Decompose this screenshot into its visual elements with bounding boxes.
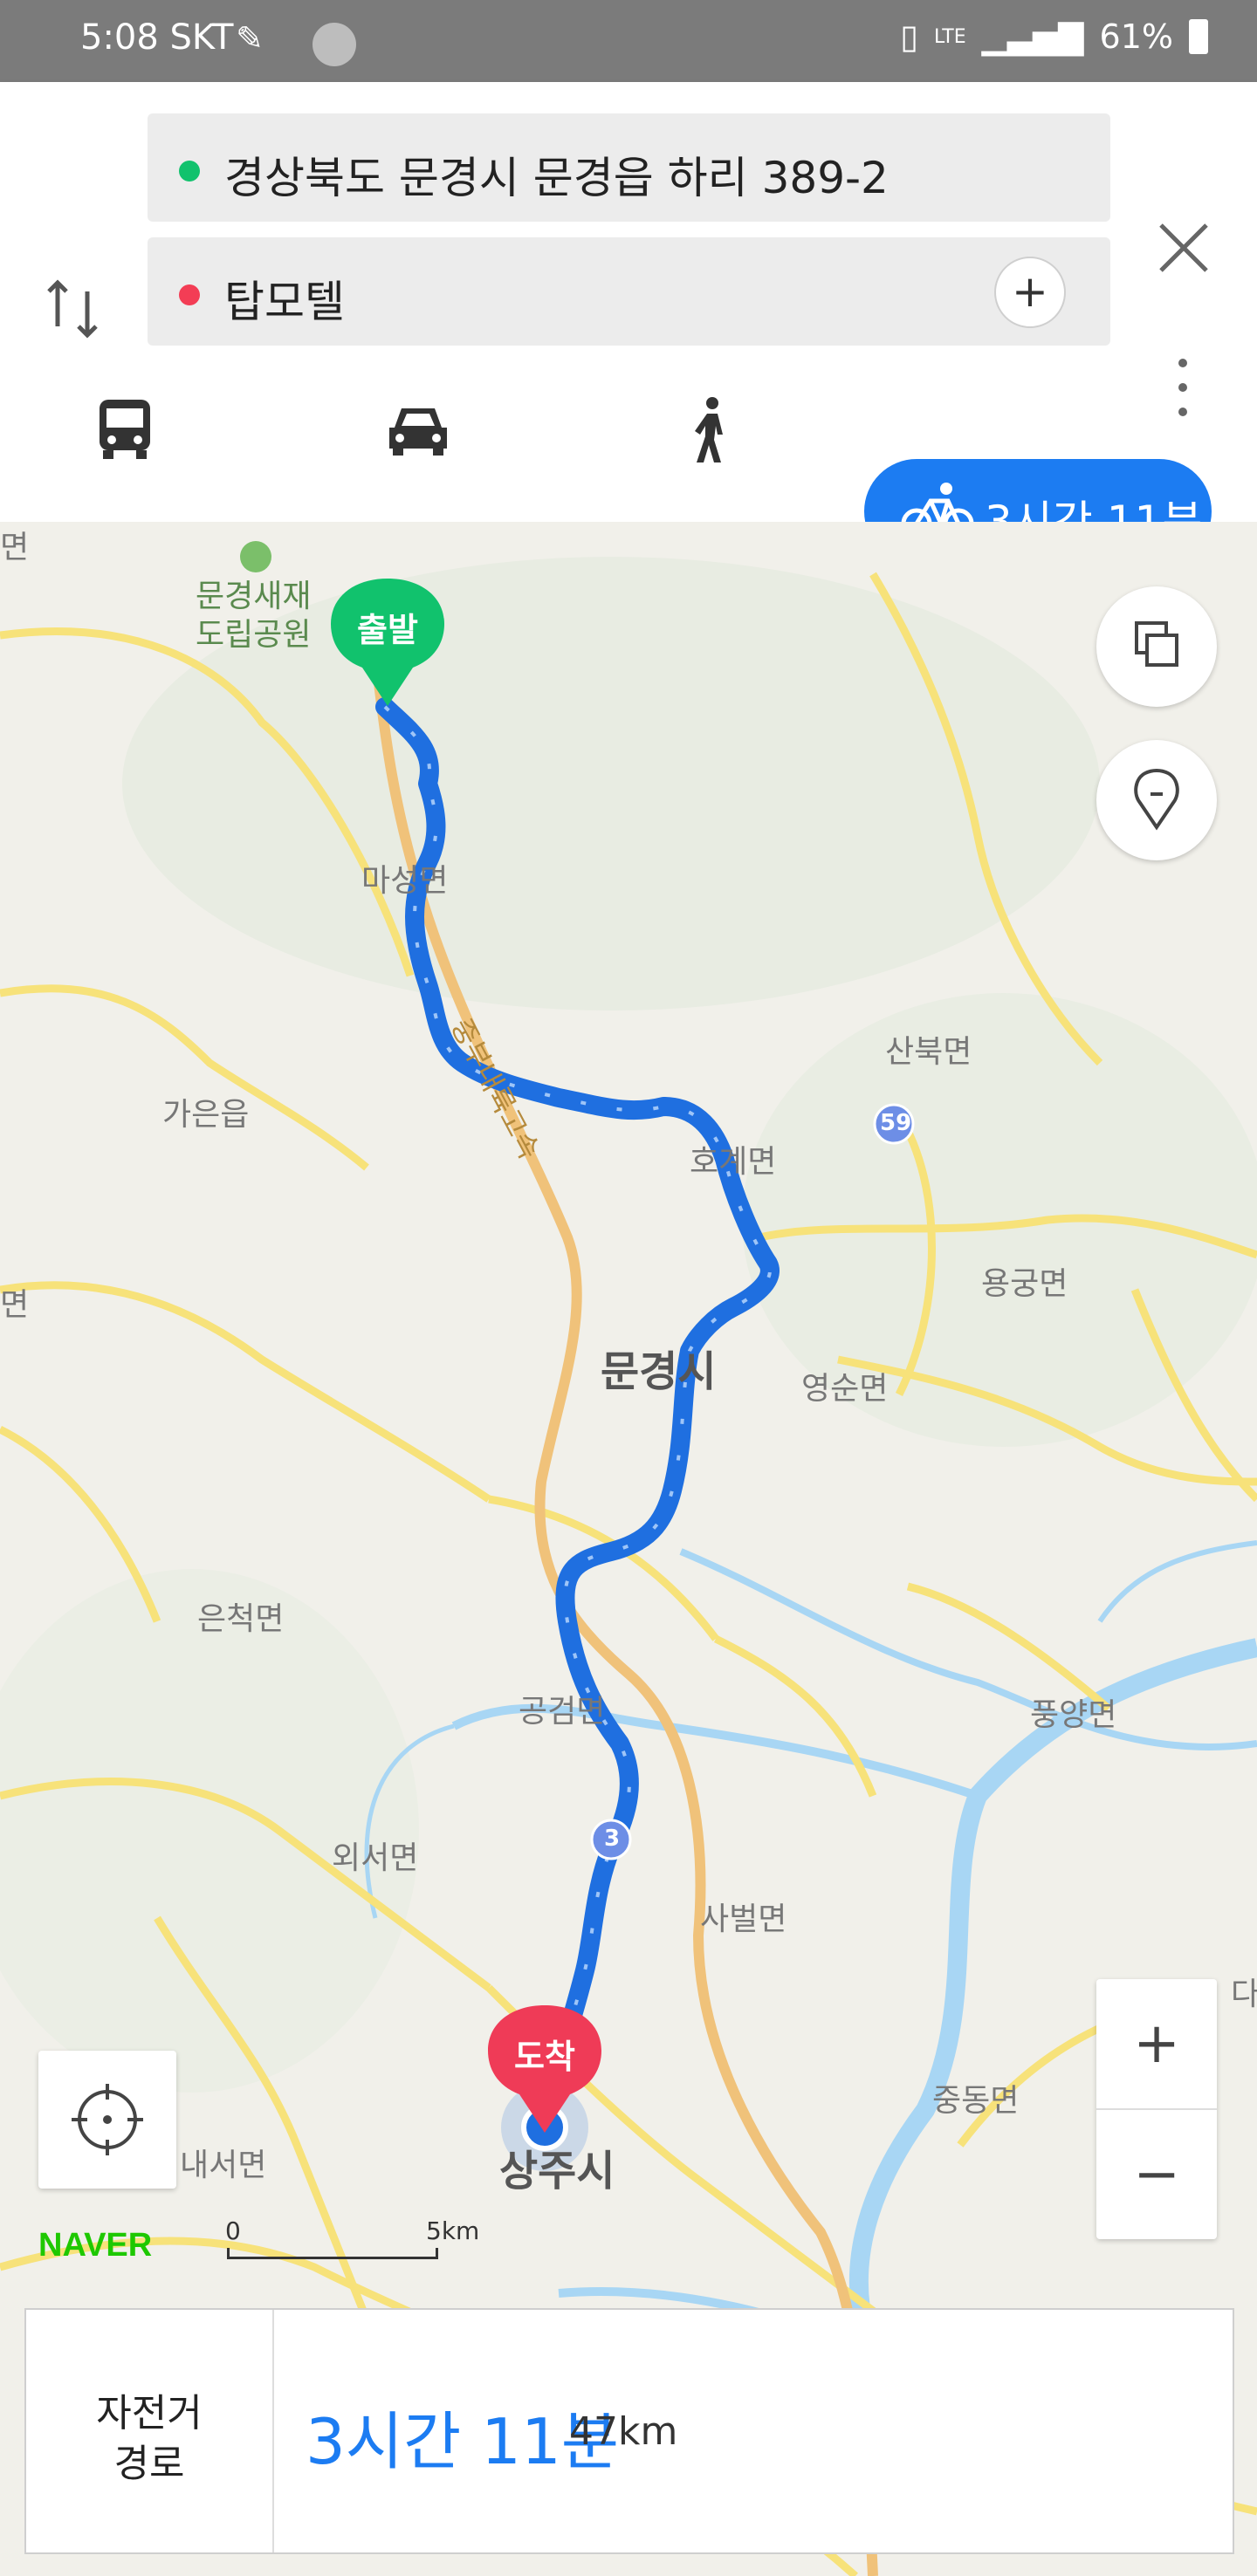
- map-label-jungdong: 중동면: [932, 2083, 1020, 2119]
- origin-text: 경상북도 문경시 문경읍 하리 389-2: [224, 153, 889, 203]
- map-label-yonggung: 용궁면: [981, 1266, 1068, 1302]
- map-label-sabeol: 사벌면: [700, 1901, 787, 1937]
- vibrate-icon: ▯: [900, 17, 919, 56]
- map-canvas[interactable]: [0, 522, 1257, 2576]
- map-label-punyang: 풍양면: [1030, 1697, 1117, 1733]
- origin-field[interactable]: 경상북도 문경시 문경읍 하리 389-2: [148, 113, 1110, 222]
- map-view[interactable]: 출발 도착 문경새재 도립공원 마성면 가은읍 산북면 호계면 문경시 영순면 …: [0, 522, 1257, 2576]
- map-label-oeseo: 외서면: [332, 1840, 419, 1876]
- route-59-label: 59: [880, 1110, 912, 1136]
- my-location-button[interactable]: [38, 2051, 176, 2189]
- scale-start: 0: [225, 2216, 241, 2245]
- map-label-sangju: 상주시: [499, 2147, 615, 2196]
- scale-bar: [227, 2248, 438, 2259]
- zoom-out-button[interactable]: −: [1096, 2110, 1217, 2239]
- swap-icon[interactable]: [42, 274, 105, 344]
- destination-dot: [179, 284, 200, 305]
- start-pin[interactable]: 출발: [331, 579, 444, 709]
- lte-icon: LTE: [934, 25, 966, 48]
- map-label-naeseo: 내서면: [180, 2148, 267, 2183]
- naver-logo: NAVER: [38, 2227, 153, 2264]
- layers-icon: [1135, 621, 1178, 667]
- map-label-gonggeom: 공검면: [519, 1694, 606, 1730]
- add-waypoint-button[interactable]: +: [994, 257, 1066, 328]
- route-result-card[interactable]: 자전거 경로 3시간 11분 47km: [24, 2308, 1234, 2554]
- start-pin-label: 출발: [357, 611, 418, 649]
- more-icon[interactable]: [1170, 353, 1196, 422]
- map-label-edge-right: 다: [1231, 1977, 1257, 2012]
- walk-icon[interactable]: [691, 396, 732, 464]
- pen-icon: ✎: [236, 19, 264, 58]
- map-pin-icon: [1134, 769, 1179, 831]
- map-label-sanbuk: 산북면: [885, 1034, 972, 1070]
- scale-end: 5km: [426, 2216, 480, 2245]
- map-scale: 0 5km: [225, 2216, 479, 2260]
- zoom-in-button[interactable]: +: [1096, 1979, 1217, 2108]
- route-panel: 경상북도 문경시 문경읍 하리 389-2 탑모텔 + 3시간 11분: [0, 82, 1257, 564]
- status-time: 5:08 SKT: [80, 17, 234, 58]
- map-label-eunchuk: 은척면: [197, 1601, 285, 1637]
- route-type-line2: 경로: [113, 2442, 185, 2486]
- destination-text: 탑모텔: [224, 277, 345, 327]
- place-marker-button[interactable]: [1096, 740, 1217, 860]
- map-label-edge-left-1: 면: [0, 530, 30, 565]
- route-distance: 47km: [569, 2409, 678, 2454]
- end-pin[interactable]: 도착: [488, 2005, 601, 2136]
- route-type: 자전거 경로: [26, 2310, 274, 2552]
- map-label-yeongsun: 영순면: [801, 1371, 889, 1407]
- battery-percent: 61%: [1099, 17, 1173, 56]
- map-label-maseong: 마성면: [361, 863, 449, 899]
- end-pin-label: 도착: [514, 2038, 575, 2076]
- olock-icon: [313, 23, 356, 66]
- map-label-hogye: 호계면: [690, 1144, 777, 1180]
- signal-icon: ▁▃▅▇: [981, 17, 1084, 56]
- park-icon: [240, 541, 271, 572]
- map-label-mungyeong: 문경시: [601, 1347, 717, 1396]
- crosshair-icon: [72, 2084, 143, 2155]
- route-type-line1: 자전거: [96, 2391, 203, 2436]
- layers-button[interactable]: [1096, 586, 1217, 707]
- car-icon[interactable]: [386, 401, 450, 457]
- map-label-edge-left-2: 면: [0, 1287, 30, 1323]
- battery-icon: [1189, 19, 1208, 54]
- route-3-label: 3: [604, 1826, 621, 1852]
- status-right: ▯ LTE ▁▃▅▇ 61%: [900, 17, 1208, 56]
- status-bar: 5:08 SKT ✎ ▯ LTE ▁▃▅▇ 61%: [0, 0, 1257, 82]
- map-label-gaeun: 가은읍: [162, 1097, 250, 1133]
- destination-field[interactable]: 탑모텔 +: [148, 237, 1110, 346]
- map-label-park: 문경새재 도립공원: [196, 579, 312, 653]
- origin-dot: [179, 161, 200, 182]
- zoom-control: + −: [1096, 1979, 1217, 2239]
- close-icon[interactable]: [1152, 216, 1215, 279]
- bus-icon[interactable]: [96, 398, 154, 461]
